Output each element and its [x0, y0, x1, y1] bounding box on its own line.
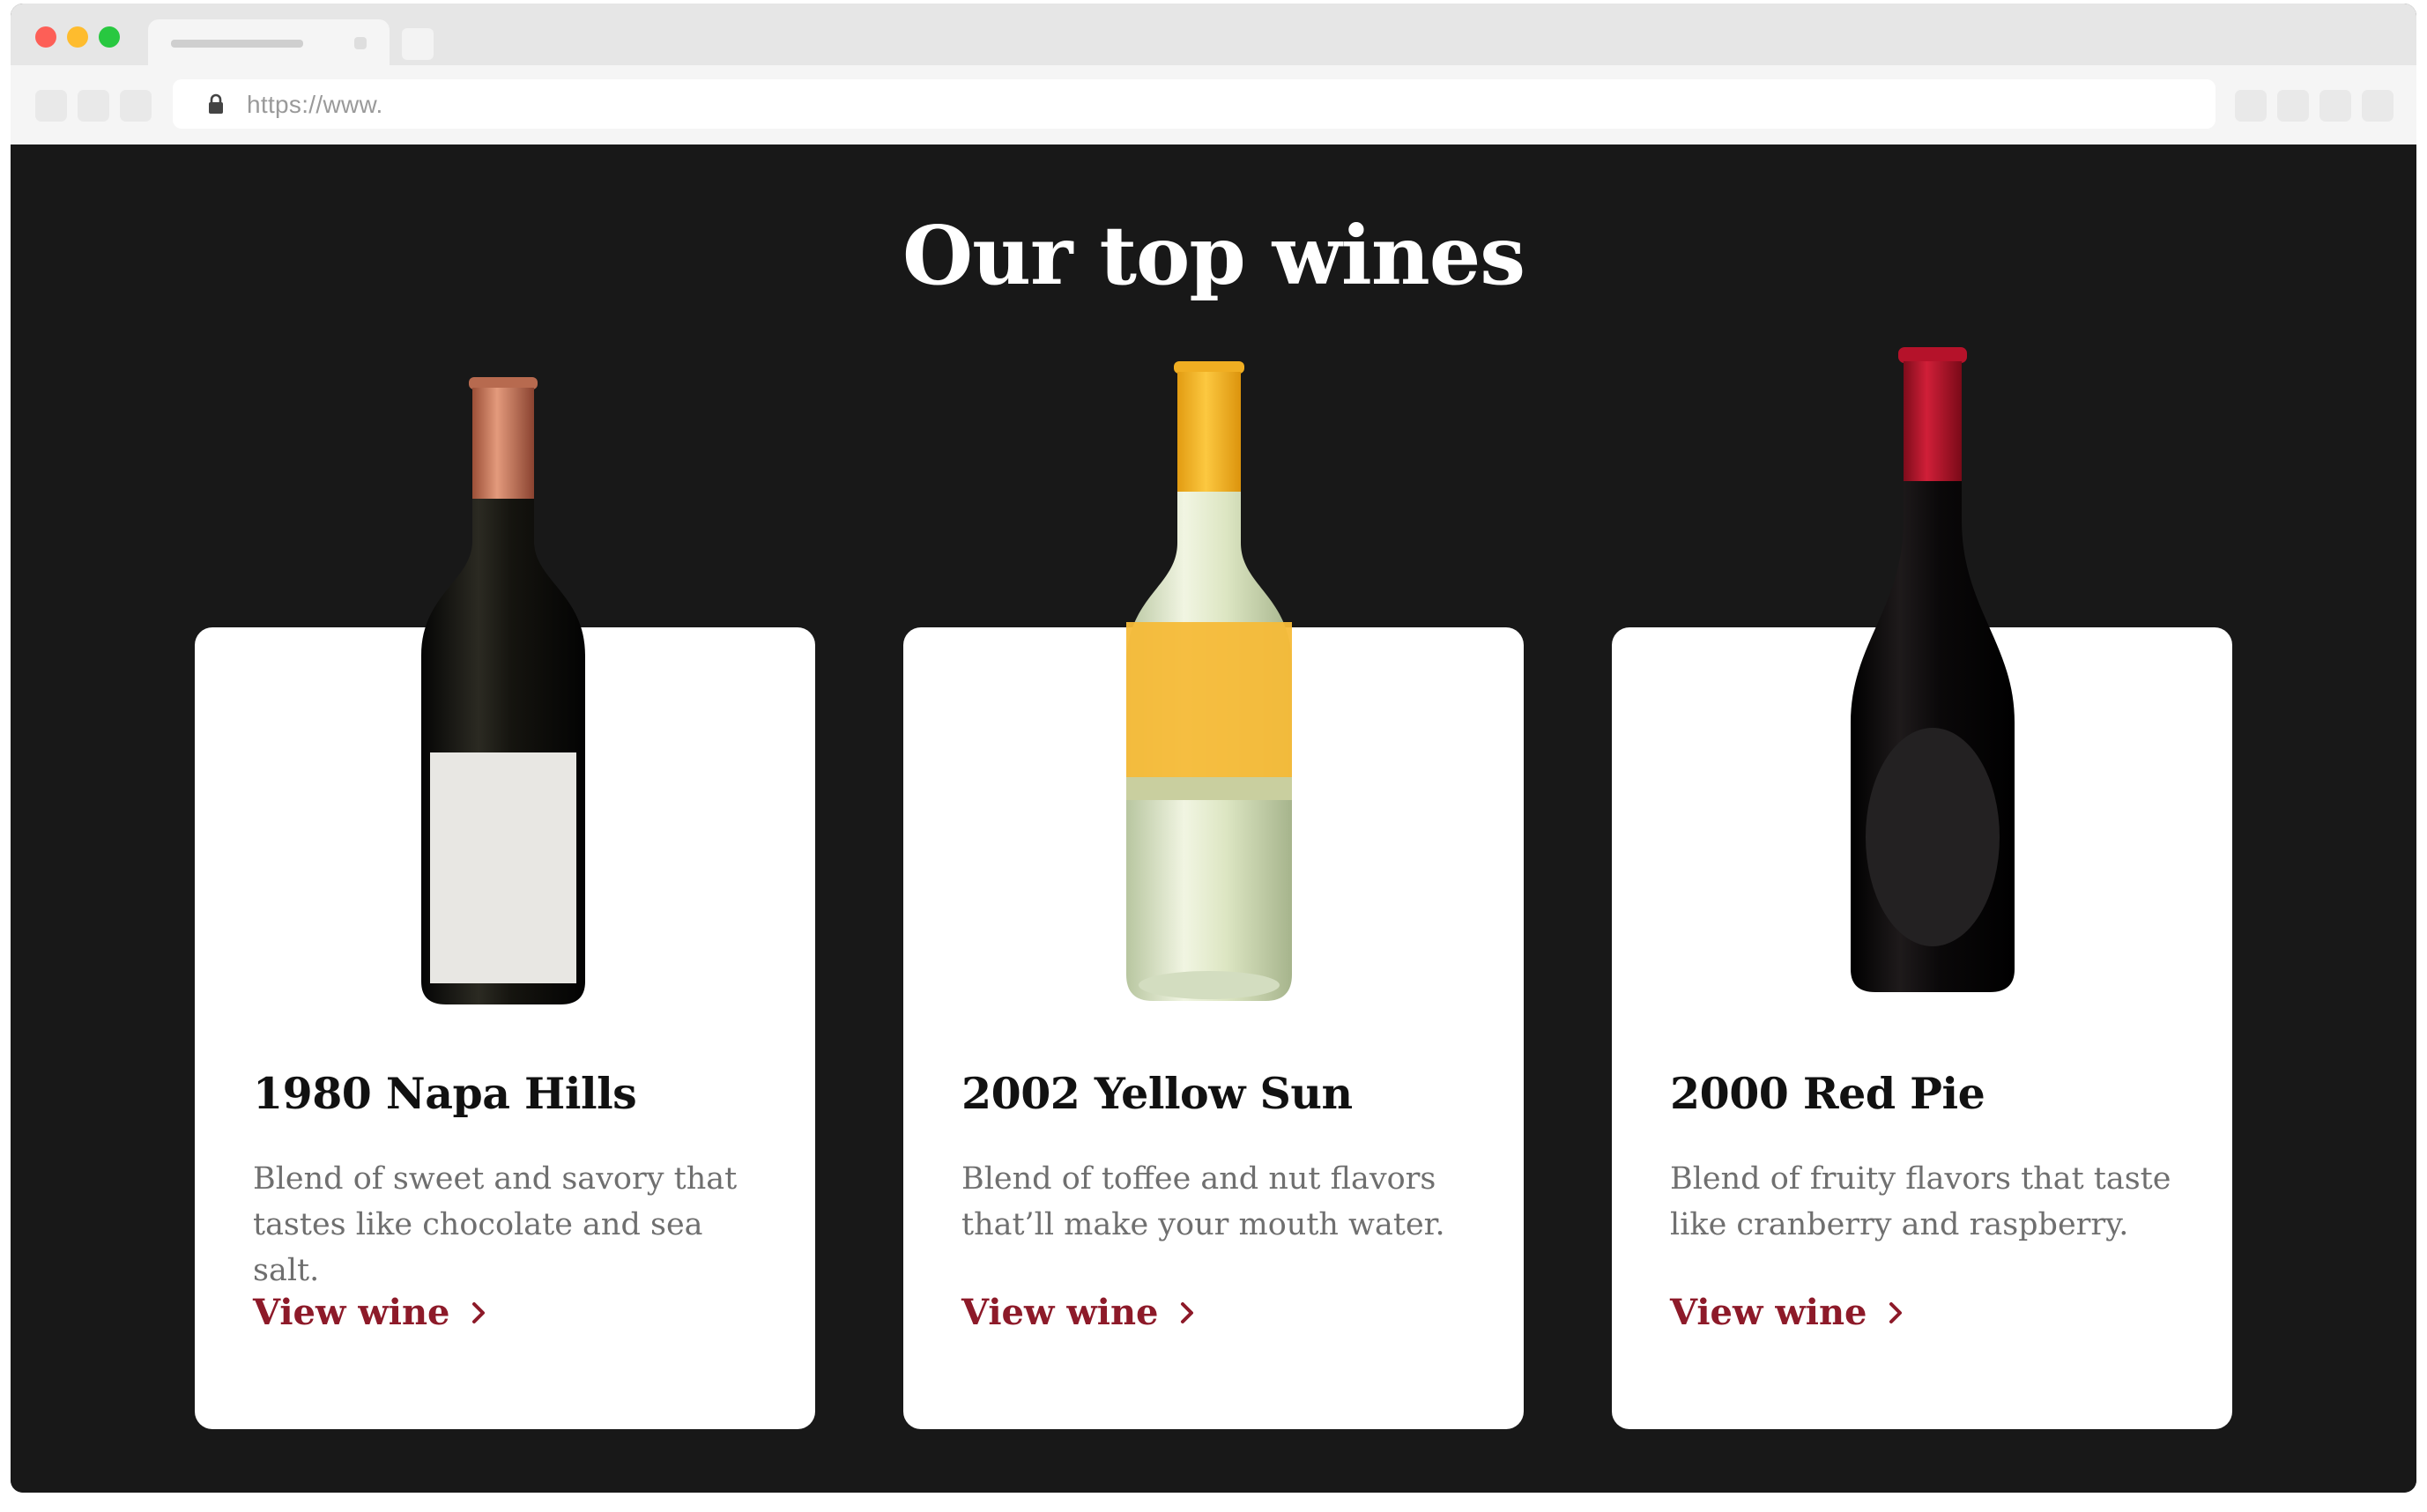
wines-section: Our top wines 1980 Napa Hills Blend of s…: [11, 145, 2416, 1493]
extension-button-3[interactable]: [2319, 90, 2351, 122]
address-bar[interactable]: https://www.: [173, 79, 2215, 129]
wine-description: Blend of toffee and nut flavors that’ll …: [961, 1161, 1445, 1242]
view-wine-label: View wine: [961, 1292, 1159, 1333]
wine-bottle-red-pie-image: [1851, 347, 2015, 992]
extension-button-2[interactable]: [2277, 90, 2309, 122]
wine-bottle-napa-hills-image: [421, 377, 585, 1004]
extension-button-4[interactable]: [2362, 90, 2394, 122]
extension-button-1[interactable]: [2235, 90, 2267, 122]
close-window-button[interactable]: [35, 26, 56, 48]
maximize-window-button[interactable]: [99, 26, 120, 48]
chevron-right-icon: [1180, 1301, 1193, 1323]
wine-name: 1980 Napa Hills: [253, 1068, 637, 1119]
wine-description: Blend of sweet and savory that tastes li…: [253, 1161, 738, 1288]
reload-button[interactable]: [120, 90, 152, 122]
view-wine-link[interactable]: View wine: [1670, 1292, 1906, 1333]
lock-icon: [209, 93, 223, 114]
view-wine-label: View wine: [1670, 1292, 1867, 1333]
wine-bottle-yellow-sun-image: [1126, 361, 1292, 1001]
tab-close-icon[interactable]: [354, 37, 367, 49]
forward-button[interactable]: [78, 90, 109, 122]
browser-window: https://www. Our top wines 1980 Napa Hil…: [11, 4, 2416, 1493]
browser-tab[interactable]: [148, 19, 390, 65]
section-title: Our top wines: [902, 208, 1525, 303]
back-button[interactable]: [35, 90, 67, 122]
wine-name: 2002 Yellow Sun: [961, 1068, 1353, 1119]
url-text: https://www.: [247, 91, 383, 118]
wine-description: Blend of fruity flavors that taste like …: [1670, 1161, 2171, 1242]
view-wine-link[interactable]: View wine: [253, 1292, 489, 1333]
view-wine-link[interactable]: View wine: [961, 1292, 1198, 1333]
tab-title-placeholder: [171, 40, 303, 48]
minimize-window-button[interactable]: [67, 26, 88, 48]
browser-tab-bar: [11, 4, 2416, 65]
wine-name: 2000 Red Pie: [1670, 1068, 1985, 1119]
browser-toolbar: https://www.: [11, 65, 2416, 145]
view-wine-label: View wine: [253, 1292, 450, 1333]
chevron-right-icon: [471, 1301, 485, 1323]
new-tab-button[interactable]: [402, 28, 434, 60]
chevron-right-icon: [1889, 1301, 1902, 1323]
